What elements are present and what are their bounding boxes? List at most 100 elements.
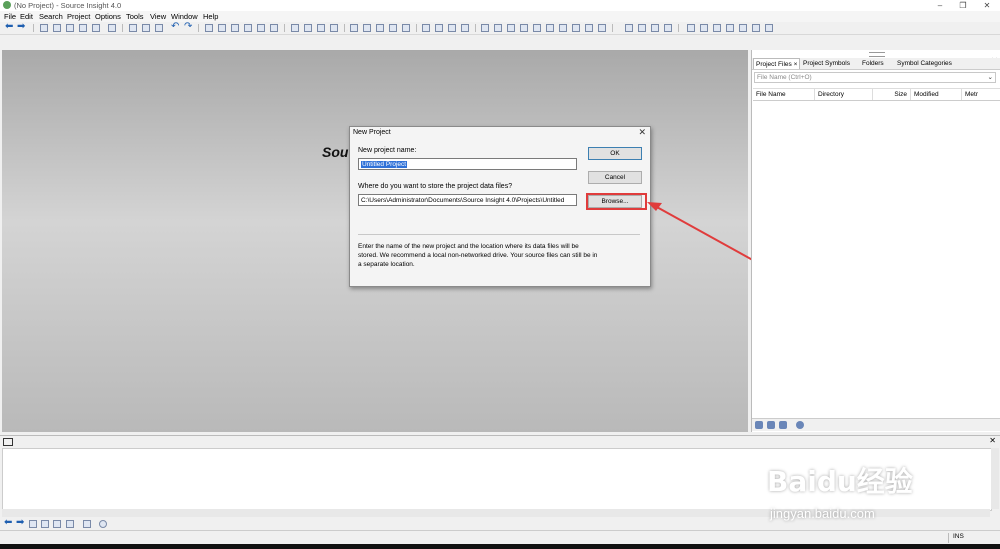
col-size[interactable]: Size [873,89,911,100]
chevron-down-icon[interactable]: ⌄ [988,73,993,83]
cancel-button[interactable]: Cancel [588,171,642,184]
jump-icon[interactable] [29,520,37,528]
col-directory[interactable]: Directory [815,89,873,100]
add-files-icon[interactable] [755,421,763,429]
jump-icon[interactable] [330,24,338,32]
sync-icon[interactable] [481,24,489,32]
lookup-icon[interactable] [270,24,278,32]
redo-icon[interactable]: ↷ [184,22,192,32]
sync-icon[interactable] [767,421,775,429]
search-files-icon[interactable] [257,24,265,32]
bookmark-next-icon[interactable] [304,24,312,32]
outdent-icon[interactable] [66,520,74,528]
view-icon-4[interactable] [726,24,734,32]
sync-files-icon[interactable] [494,24,502,32]
minimize-button[interactable]: – [930,0,950,11]
window-cascade-icon[interactable] [533,24,541,32]
view-icon-7[interactable] [765,24,773,32]
panel-icon[interactable] [559,24,567,32]
bird-icon[interactable] [585,24,593,32]
close-window-button[interactable]: ✕ [977,0,997,11]
back-arrow-icon[interactable]: ⬅ [4,518,12,528]
view-icon-5[interactable] [739,24,747,32]
view-icon-2[interactable] [700,24,708,32]
bookmark-prev-icon[interactable] [317,24,325,32]
col-modified[interactable]: Modified [911,89,962,100]
menu-view[interactable]: View [150,11,166,22]
tab-project-files[interactable]: Project Files × [753,58,801,69]
browse-icon[interactable] [389,24,397,32]
find-prev-icon[interactable] [231,24,239,32]
dialog-close-icon[interactable]: ✕ [638,127,646,138]
refresh-icon[interactable] [572,24,580,32]
forward-arrow-icon[interactable]: ➡ [17,22,25,32]
menu-options[interactable]: Options [95,11,121,22]
print-icon[interactable] [108,24,116,32]
col-file-name[interactable]: File Name [753,89,815,100]
indent-icon[interactable] [625,24,633,32]
grid-icon[interactable] [598,24,606,32]
file-name-search-input[interactable]: File Name (Ctrl+O) ⌄ [754,72,996,83]
tab-project-symbols[interactable]: Project Symbols [801,58,852,69]
bookmark-icon[interactable] [291,24,299,32]
back-arrow-icon[interactable]: ⬅ [5,22,13,32]
r-icon[interactable] [53,520,61,528]
close-file-icon[interactable] [92,24,100,32]
window-tile-icon[interactable] [520,24,528,32]
replace-icon[interactable] [244,24,252,32]
location-input[interactable]: C:\Users\Administrator\Documents\Source … [358,194,577,206]
view-icon-1[interactable] [687,24,695,32]
context-icon[interactable] [350,24,358,32]
restore-button[interactable]: ❐ [953,0,973,11]
toolbar-separator [475,24,476,32]
relation-icon[interactable] [363,24,371,32]
save-icon[interactable] [66,24,74,32]
menu-search[interactable]: Search [39,11,63,22]
menu-help[interactable]: Help [203,11,218,22]
window-icon[interactable] [546,24,554,32]
r-icon[interactable] [402,24,410,32]
ok-button[interactable]: OK [588,147,642,160]
find-next-icon[interactable] [218,24,226,32]
undo-icon[interactable]: ↶ [171,22,179,32]
layout-icon-1[interactable] [422,24,430,32]
new-file-icon[interactable] [40,24,48,32]
forward-arrow-icon[interactable]: ➡ [16,518,24,528]
vertical-scrollbar[interactable] [991,448,999,509]
project-icon[interactable] [507,24,515,32]
book-icon[interactable] [41,520,49,528]
file-list-header: File Name Directory Size Modified Metr [753,88,1000,101]
project-name-value: Untitled Project [361,161,408,168]
tab-symbol-categories[interactable]: Symbol Categories [895,58,954,69]
document-icon[interactable] [779,421,787,429]
outdent-icon[interactable] [638,24,646,32]
project-name-input[interactable]: Untitled Project [358,158,577,170]
save-all-icon[interactable] [79,24,87,32]
layout-icon-4[interactable] [461,24,469,32]
layout-icon-3[interactable] [448,24,456,32]
menu-tools[interactable]: Tools [126,11,144,22]
gear-icon[interactable] [796,421,804,429]
panel-tabs: Project Files × Project Symbols Folders … [752,58,1000,70]
layout-icon-2[interactable] [435,24,443,32]
cut-icon[interactable] [129,24,137,32]
view-icon-3[interactable] [713,24,721,32]
toolbar-separator [198,24,199,32]
menu-project[interactable]: Project [67,11,90,22]
view-icon-6[interactable] [752,24,760,32]
close-all-icon[interactable] [664,24,672,32]
tab-folders[interactable]: Folders [860,58,886,69]
lock-icon[interactable] [83,520,91,528]
app-icon [3,1,11,9]
panel-grip[interactable] [869,52,885,57]
find-icon[interactable] [205,24,213,32]
comment-icon[interactable] [651,24,659,32]
gear-icon[interactable] [99,520,107,528]
bottom-panel-close-icon[interactable]: ✕ [989,436,996,445]
open-folder-icon[interactable] [53,24,61,32]
symbol-icon[interactable] [376,24,384,32]
project-files-panel: ✕ Project Files × Project Symbols Folder… [751,50,1000,432]
col-metrics[interactable]: Metr [962,89,1000,100]
copy-icon[interactable] [142,24,150,32]
paste-icon[interactable] [155,24,163,32]
